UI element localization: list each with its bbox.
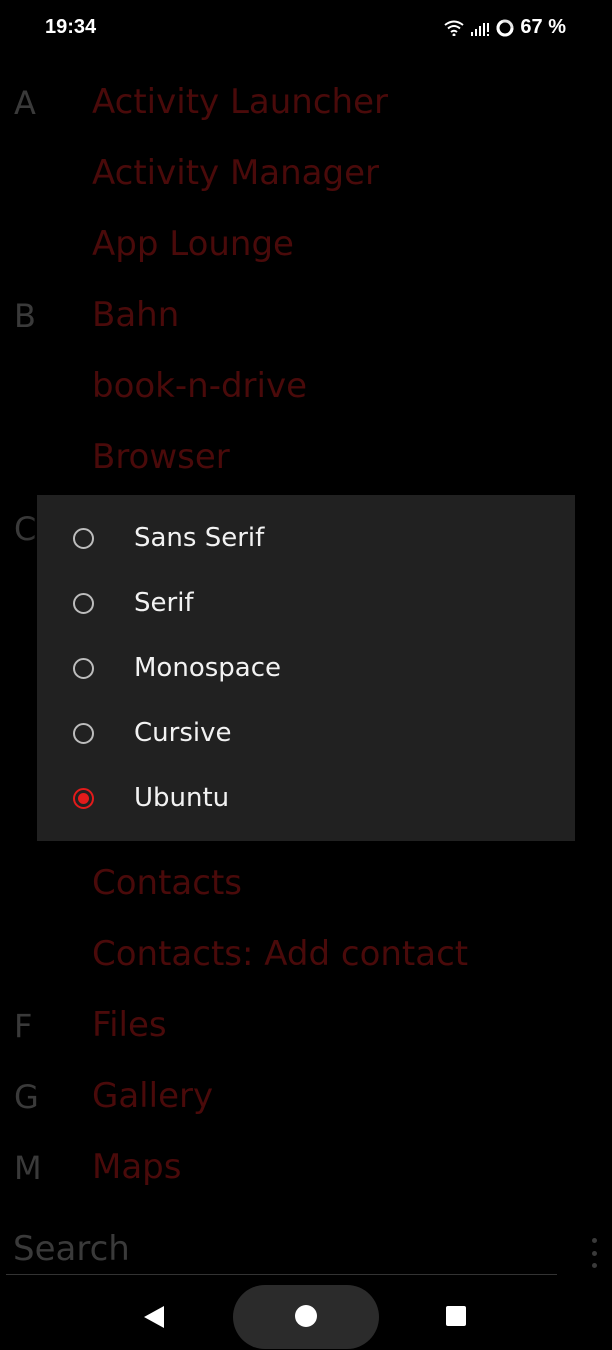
app-item-app-lounge[interactable]: App Lounge [92, 224, 294, 264]
app-item-activity-launcher[interactable]: Activity Launcher [92, 82, 388, 122]
signal-icon [471, 22, 490, 36]
font-option-ubuntu[interactable]: Ubuntu [37, 768, 575, 828]
section-letter-b: B [14, 297, 36, 335]
radio-unchecked-icon[interactable] [73, 657, 94, 679]
section-letter-c: C [14, 510, 37, 548]
app-item-gallery[interactable]: Gallery [92, 1076, 213, 1116]
battery-percent: 67 % [520, 16, 566, 38]
font-picker-dialog: Sans Serif Serif Monospace Cursive Ubunt… [37, 495, 575, 841]
font-option-monospace[interactable]: Monospace [37, 638, 575, 698]
app-item-browser[interactable]: Browser [92, 437, 230, 477]
font-option-label: Sans Serif [134, 523, 265, 553]
back-icon[interactable] [144, 1306, 164, 1328]
app-item-contacts[interactable]: Contacts [92, 863, 242, 903]
radio-unchecked-icon[interactable] [73, 722, 94, 744]
font-option-label: Monospace [134, 653, 281, 683]
search-bar [6, 1228, 557, 1275]
font-option-label: Cursive [134, 718, 232, 748]
navigation-bar [0, 1278, 612, 1350]
section-letter-g: G [14, 1078, 39, 1116]
radio-unchecked-icon[interactable] [73, 527, 94, 549]
font-option-label: Serif [134, 588, 194, 618]
status-icons: 67 % [444, 16, 566, 39]
section-letter-m: M [14, 1149, 42, 1187]
app-item-bahn[interactable]: Bahn [92, 295, 179, 335]
font-option-sans-serif[interactable]: Sans Serif [37, 508, 575, 568]
radio-unchecked-icon[interactable] [73, 592, 94, 614]
app-item-maps[interactable]: Maps [92, 1147, 181, 1187]
radio-checked-icon[interactable] [73, 787, 94, 809]
app-item-book-n-drive[interactable]: book-n-drive [92, 366, 307, 406]
home-icon[interactable] [295, 1305, 317, 1327]
font-option-cursive[interactable]: Cursive [37, 703, 575, 763]
app-item-contacts-add-contact[interactable]: Contacts: Add contact [92, 934, 468, 974]
wifi-icon [444, 20, 465, 36]
status-bar: 19:34 67 % [0, 0, 612, 58]
font-option-serif[interactable]: Serif [37, 573, 575, 633]
status-time: 19:34 [45, 16, 97, 38]
font-option-label: Ubuntu [134, 783, 230, 813]
more-options-icon[interactable] [586, 1238, 602, 1268]
section-letter-f: F [14, 1007, 33, 1045]
recents-icon[interactable] [446, 1306, 466, 1326]
app-item-files[interactable]: Files [92, 1005, 167, 1045]
app-item-activity-manager[interactable]: Activity Manager [92, 153, 379, 193]
search-input[interactable] [13, 1229, 553, 1269]
section-letter-a: A [14, 84, 36, 122]
battery-ring-icon [496, 19, 514, 36]
